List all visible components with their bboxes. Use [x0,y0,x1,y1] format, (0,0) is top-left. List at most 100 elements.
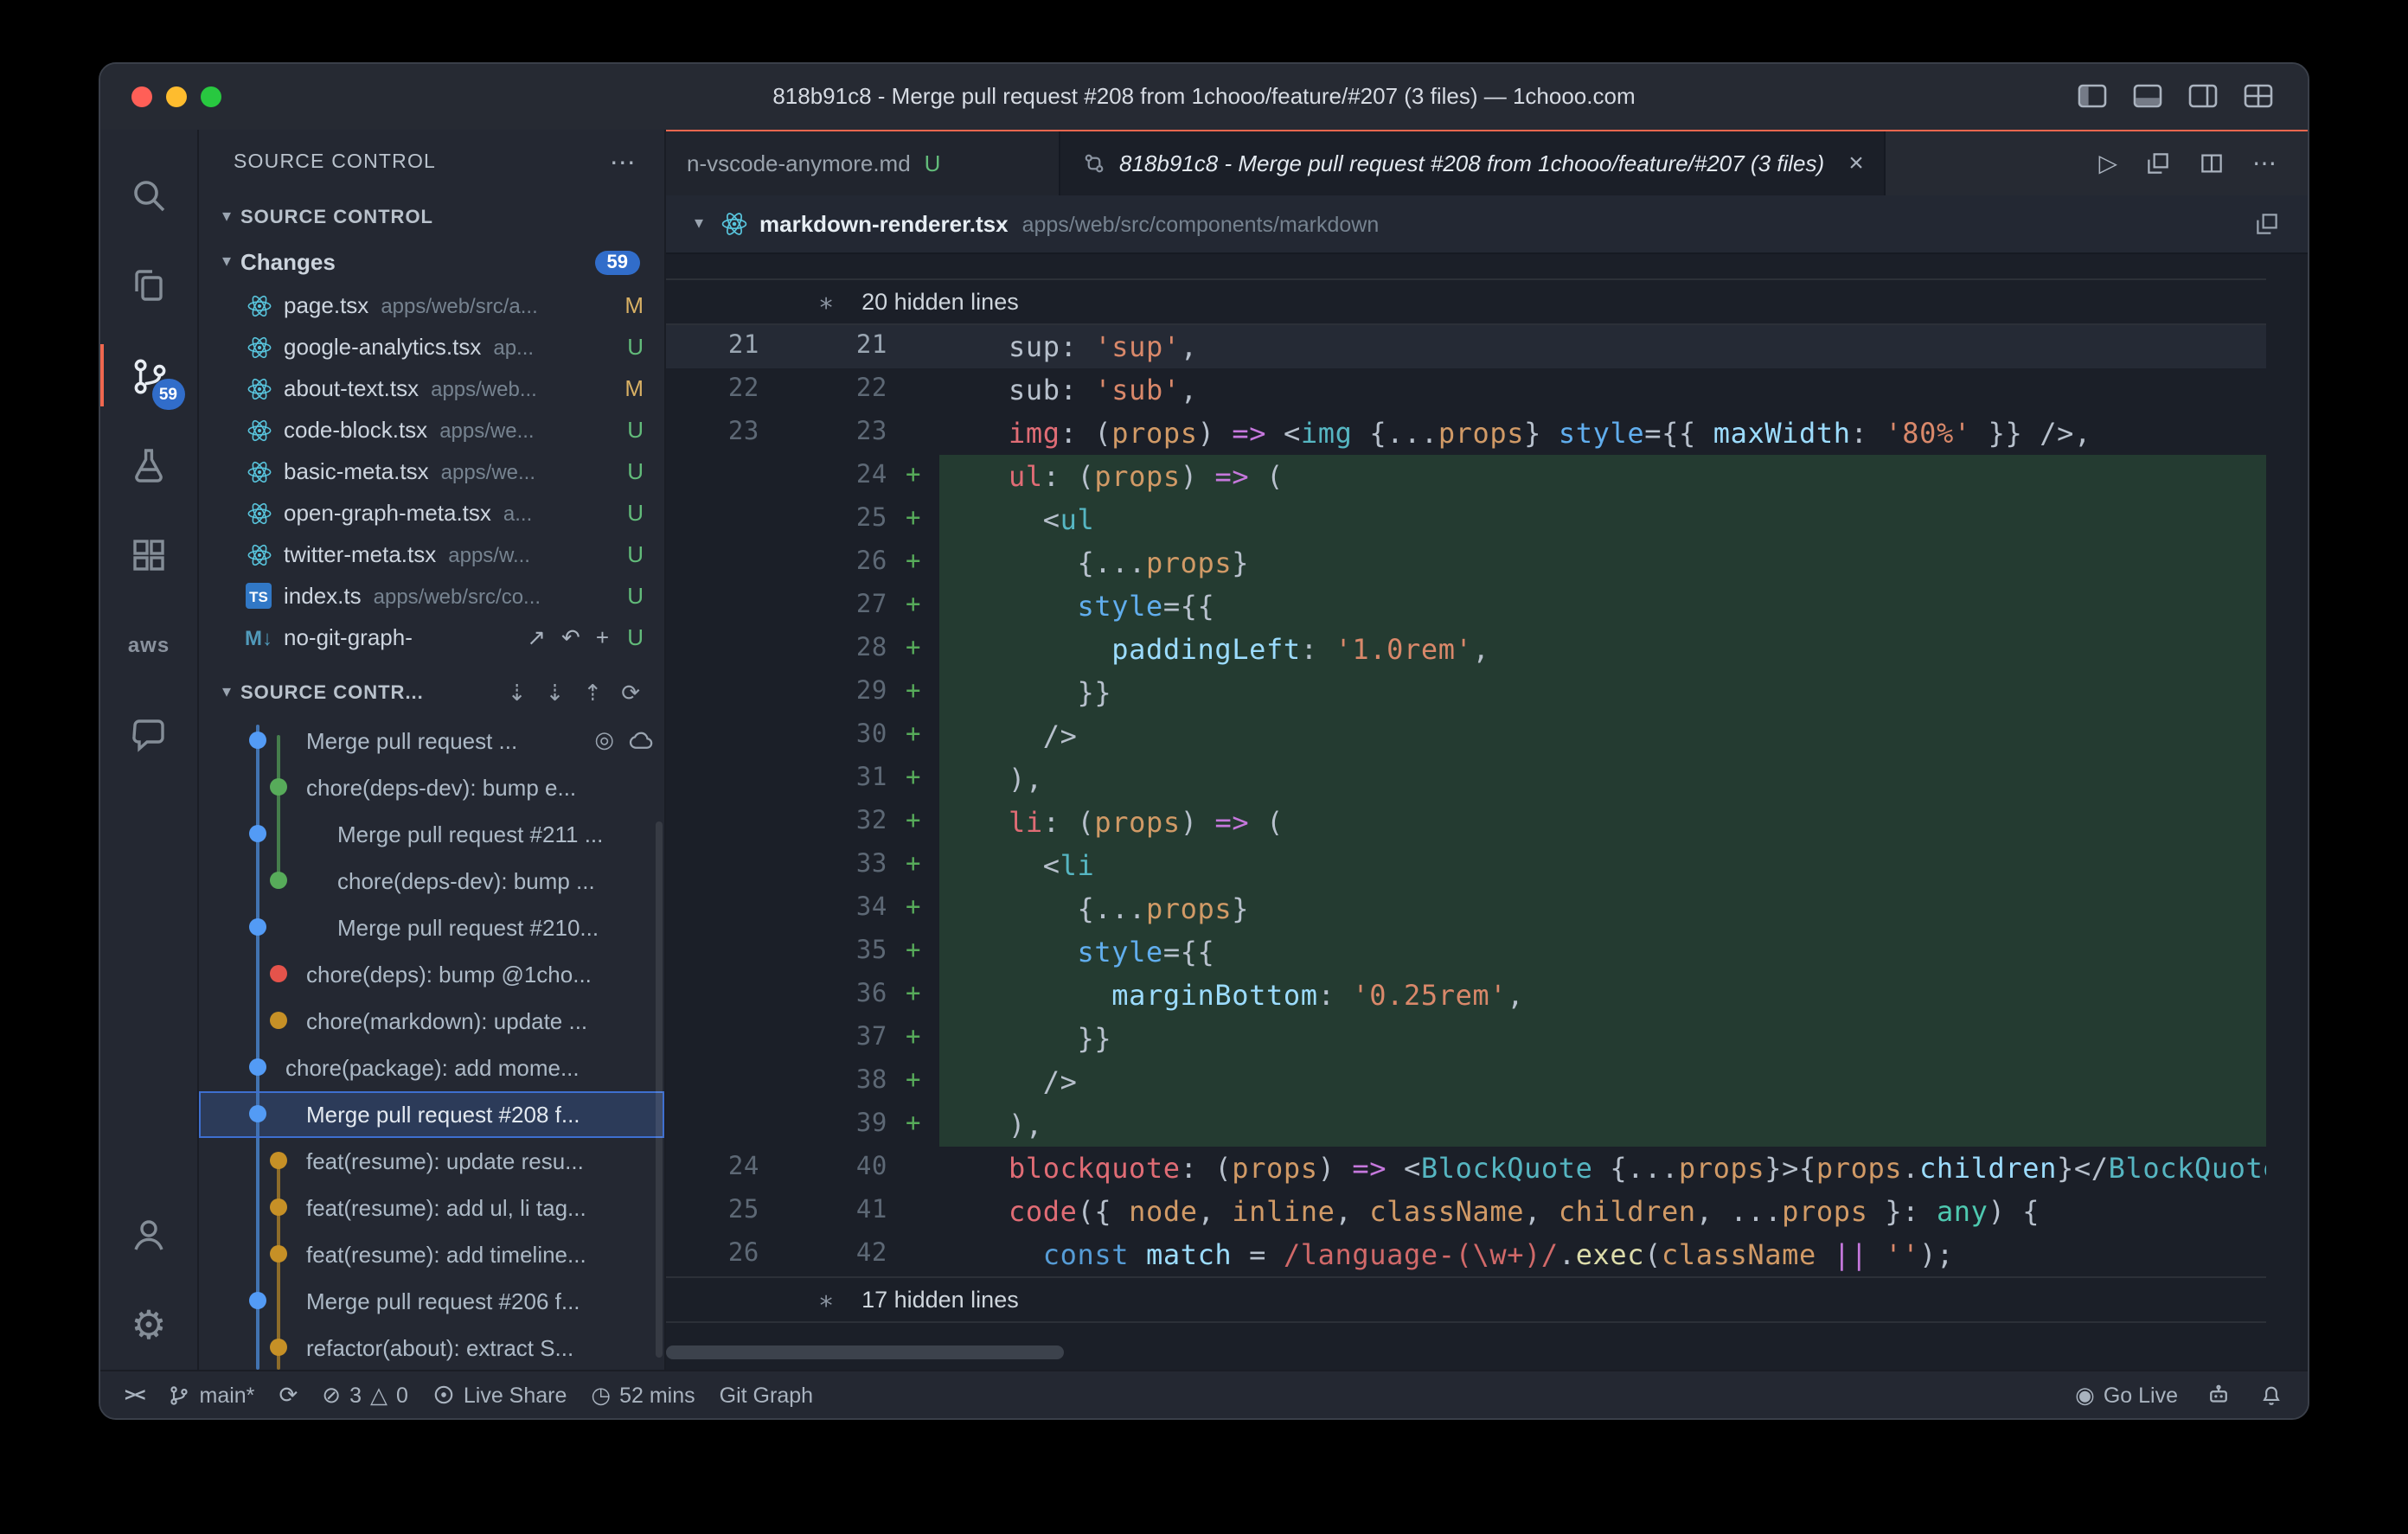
code-line[interactable]: 33 + <li [666,844,2266,887]
file-type-icon [244,374,273,404]
commit-row[interactable]: Merge pull request #211 ... [199,811,664,858]
changed-file-row[interactable]: M↓ no-git-graph- ↗ ↶ + U [199,617,664,659]
code-token: inline [1232,1195,1335,1228]
code-line[interactable]: 24 40 blockquote: (props) => <BlockQuote… [666,1147,2266,1190]
activity-chat-icon[interactable] [100,690,198,780]
commit-row[interactable]: Merge pull request ... ◎ [199,718,664,764]
code-line[interactable]: 36 + marginBottom: '0.25rem', [666,974,2266,1017]
unfold-region-icon[interactable]: ∗ [818,1284,834,1315]
code-line[interactable]: 25 + <ul [666,498,2266,541]
code-line[interactable]: 31 + ), [666,757,2266,801]
hidden-lines-bottom[interactable]: ∗ 17 hidden lines [666,1276,2266,1323]
changed-file-row[interactable]: about-text.tsx apps/web... M [199,368,664,410]
notifications-button[interactable] [2259,1383,2283,1407]
code-line[interactable]: 27 + style={{ [666,585,2266,628]
activity-source-control-icon[interactable]: 59 [100,330,198,420]
code-line[interactable]: 32 + li: (props) => ( [666,801,2266,844]
push-icon[interactable]: ⇡ [583,680,602,707]
tab-markdown-file[interactable]: n-vscode-anymore.md U [666,131,1060,195]
sidebar-scrollbar[interactable] [656,821,663,1358]
open-file-icon[interactable] [2254,211,2280,237]
commit-row[interactable]: feat(resume): add timeline... [199,1231,664,1278]
open-file-icon[interactable]: ↗ [527,624,546,652]
section-source-control[interactable]: ▾ SOURCE CONTROL [199,195,664,240]
pull-icon[interactable]: ⇣ [546,680,565,707]
fetch-icon[interactable]: ⇣ [508,680,527,707]
toggle-secondary-sidebar-icon[interactable] [2188,83,2218,109]
code-line[interactable]: 30 + /> [666,714,2266,757]
settings-gear-icon[interactable]: ⚙ [100,1280,198,1370]
changed-file-row[interactable]: TS index.ts apps/web/src/co... U [199,576,664,617]
hidden-lines-top[interactable]: ∗ 20 hidden lines [666,278,2266,325]
code-line[interactable]: 26 + {...props} [666,541,2266,585]
more-actions-icon[interactable]: ⋯ [2252,149,2277,178]
code-line[interactable]: 23 23 img: (props) => <img {...props} st… [666,412,2266,455]
commit-row[interactable]: feat(resume): update resu... [199,1138,664,1185]
activity-extensions-icon[interactable] [100,510,198,600]
commit-row[interactable]: chore(package): add mome... [199,1045,664,1091]
horizontal-scrollbar[interactable] [666,1345,1064,1359]
changed-file-row[interactable]: twitter-meta.tsx apps/w... U [199,534,664,576]
unfold-region-icon[interactable]: ∗ [818,286,834,317]
code-line[interactable]: 29 + }} [666,671,2266,714]
sync-indicator[interactable]: ⟳ [279,1381,298,1409]
chevron-down-icon[interactable]: ▾ [683,214,714,233]
changed-file-row[interactable]: basic-meta.tsx apps/we... U [199,451,664,493]
go-live-button[interactable]: ◉ Go Live [2075,1381,2178,1409]
changed-file-row[interactable]: google-analytics.tsx ap... U [199,327,664,368]
commit-row[interactable]: chore(markdown): update ... [199,998,664,1045]
changes-row[interactable]: ▾ Changes 59 [199,240,664,285]
run-file-icon[interactable]: ▷ [2098,149,2117,178]
code-line[interactable]: 37 + }} [666,1017,2266,1060]
accounts-icon[interactable] [100,1190,198,1280]
commit-row[interactable]: chore(deps-dev): bump e... [199,764,664,811]
remote-indicator[interactable]: >< [125,1384,146,1406]
branch-indicator[interactable]: main* [169,1383,254,1407]
commit-row[interactable]: chore(deps): bump @1cho... [199,951,664,998]
code-line[interactable]: 34 + {...props} [666,887,2266,930]
activity-explorer-icon[interactable] [100,240,198,330]
split-editor-icon[interactable] [2199,150,2225,176]
code-line[interactable]: 25 41 code({ node, inline, className, ch… [666,1190,2266,1233]
live-share-button[interactable]: Live Share [432,1383,567,1407]
section-source-control-graph[interactable]: ▾ SOURCE CONTR... ⇣ ⇣ ⇡ ⟳ [199,669,664,718]
activity-search-icon[interactable] [100,150,198,240]
code-line[interactable]: 28 + paddingLeft: '1.0rem', [666,628,2266,671]
tab-commit-diff[interactable]: 818b91c8 - Merge pull request #208 from … [1060,131,1886,195]
code-line[interactable]: 26 42 const match = /language-(\w+)/.exe… [666,1233,2266,1276]
toggle-primary-sidebar-icon[interactable] [2078,83,2107,109]
commit-row[interactable]: feat(resume): add ul, li tag... [199,1185,664,1231]
problems-indicator[interactable]: ⊘ 3 △ 0 [322,1381,408,1409]
more-actions-icon[interactable]: ⋯ [610,147,637,178]
discard-changes-icon[interactable]: ↶ [561,624,580,652]
activity-test-flask-icon[interactable] [100,420,198,510]
activity-aws-icon[interactable]: aws [100,600,198,690]
code-line[interactable]: 24 + ul: (props) => ( [666,455,2266,498]
toggle-panel-icon[interactable] [2133,83,2162,109]
code-line[interactable]: 39 + ), [666,1103,2266,1147]
commit-row[interactable]: Merge pull request #208 f... [199,1090,664,1138]
commit-row[interactable]: Merge pull request #210... [199,904,664,951]
close-tab-icon[interactable]: × [1848,149,1864,178]
changed-file-row[interactable]: code-block.tsx apps/we... U [199,410,664,451]
copilot-button[interactable] [2206,1382,2232,1408]
open-changes-icon[interactable] [2145,150,2171,176]
changed-file-row[interactable]: page.tsx apps/web/src/a... M [199,285,664,327]
code-line[interactable]: 22 22 sub: 'sub', [666,368,2266,412]
refresh-icon[interactable]: ⟳ [621,680,640,707]
commit-dot [270,1152,287,1170]
code-line[interactable]: 21 21 sup: 'sup', [666,325,2266,368]
changed-file-row[interactable]: open-graph-meta.tsx a... U [199,493,664,534]
commit-row[interactable]: Merge pull request #206 f... [199,1278,664,1325]
commit-row[interactable]: chore(deps-dev): bump ... [199,858,664,904]
code-line[interactable]: 38 + /> [666,1060,2266,1103]
diff-file-header[interactable]: ▾ markdown-renderer.tsx apps/web/src/com… [666,195,2308,254]
customize-layout-icon[interactable] [2244,83,2273,109]
timer-indicator[interactable]: ◷ 52 mins [591,1381,695,1409]
stage-changes-icon[interactable]: + [596,624,609,652]
diff-editor[interactable]: ∗ 20 hidden lines 21 21 sup: 'sup', 22 2… [666,254,2308,1370]
code-line[interactable]: 35 + style={{ [666,930,2266,974]
git-graph-button[interactable]: Git Graph [720,1383,813,1407]
commit-row[interactable]: refactor(about): extract S... [199,1325,664,1370]
